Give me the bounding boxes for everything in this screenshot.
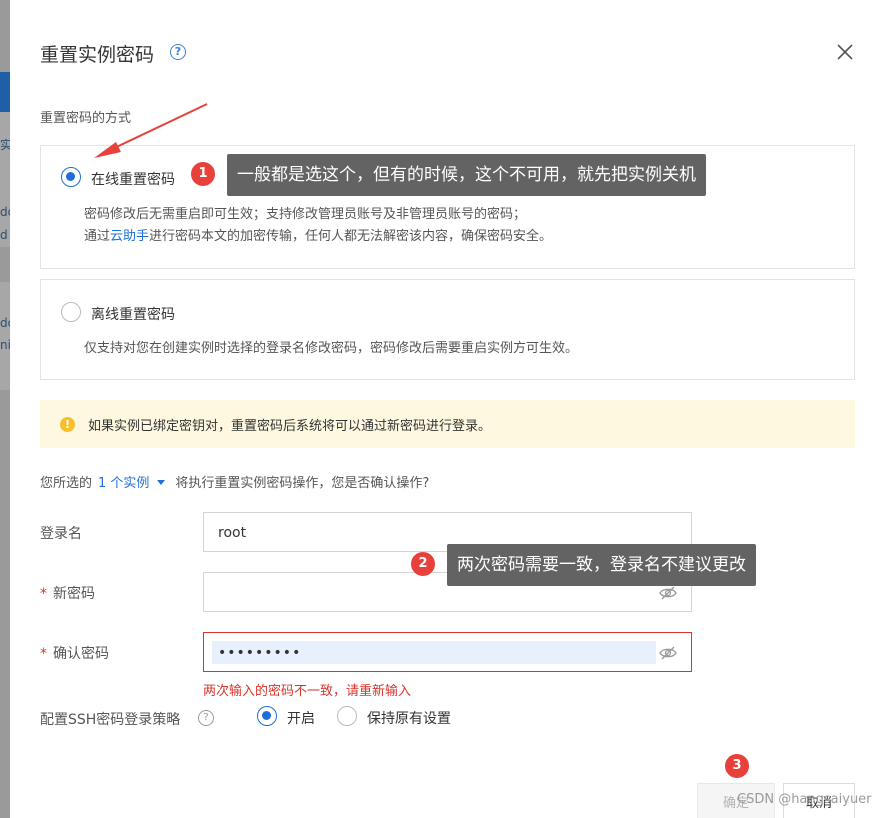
confirm-line: 您所选的 1 个实例 将执行重置实例密码操作，您是否确认操作?: [40, 476, 430, 491]
offline-reset-radio[interactable]: [61, 302, 81, 322]
dialog-title: 重置实例密码: [40, 44, 155, 66]
confirm-password-input[interactable]: [212, 641, 656, 664]
annotation-badge-3: 3: [725, 754, 749, 778]
new-password-label: * 新密码: [40, 586, 95, 602]
ssh-keep-radio[interactable]: [337, 706, 357, 726]
annotation-callout-2: 两次密码需要一致，登录名不建议更改: [447, 544, 756, 586]
ssh-enable-label: 开启: [287, 711, 315, 727]
annotation-callout-1: 一般都是选这个，但有的时候，这个不可用，就先把实例关机: [227, 154, 706, 196]
required-mark: *: [40, 646, 47, 662]
online-reset-desc-line2: 通过云助手进行密码本文的加密传输，任何人都无法解密该内容，确保密码安全。: [84, 229, 553, 244]
eye-off-icon[interactable]: [659, 585, 677, 601]
login-name-input[interactable]: [218, 521, 654, 544]
eye-off-icon[interactable]: [659, 645, 677, 661]
confirm-password-label: * 确认密码: [40, 646, 109, 662]
confirm-password-field[interactable]: [203, 632, 692, 672]
online-reset-radio[interactable]: [61, 167, 81, 187]
offline-reset-desc: 仅支持对您在创建实例时选择的登录名修改密码，密码修改后需要重启实例方可生效。: [84, 341, 579, 356]
ssh-enable-radio[interactable]: [257, 706, 277, 726]
ssh-keep-label: 保持原有设置: [367, 711, 451, 727]
warning-banner: ! 如果实例已绑定密钥对，重置密码后系统将可以通过新密码进行登录。: [40, 400, 855, 448]
annotation-badge-2: 2: [411, 552, 435, 576]
instance-selector[interactable]: 1 个实例: [98, 476, 149, 491]
annotation-badge-1: 1: [191, 162, 215, 186]
reset-password-dialog: 重置实例密码 ? 重置密码的方式 在线重置密码 密码修改后无需重启即可生效；支持…: [10, 0, 883, 818]
login-name-label: 登录名: [40, 526, 82, 542]
password-mismatch-error: 两次输入的密码不一致，请重新输入: [203, 684, 412, 699]
annotation-arrow: [94, 103, 208, 158]
chevron-down-icon[interactable]: [157, 480, 166, 485]
help-icon[interactable]: ?: [198, 710, 214, 726]
required-mark: *: [40, 586, 47, 602]
warning-icon: !: [60, 417, 75, 432]
warning-text: 如果实例已绑定密钥对，重置密码后系统将可以通过新密码进行登录。: [88, 419, 492, 434]
help-icon[interactable]: ?: [170, 44, 186, 60]
close-icon[interactable]: [835, 42, 855, 62]
option-offline-reset[interactable]: 离线重置密码 仅支持对您在创建实例时选择的登录名修改密码，密码修改后需要重启实例…: [40, 279, 855, 380]
offline-reset-title: 离线重置密码: [91, 307, 175, 323]
ssh-policy-label: 配置SSH密码登录策略: [40, 712, 181, 728]
online-reset-desc-line1: 密码修改后无需重启即可生效；支持修改管理员账号及非管理员账号的密码；: [84, 207, 527, 222]
online-reset-title: 在线重置密码: [91, 172, 175, 188]
cloud-assistant-link[interactable]: 云助手: [110, 229, 149, 244]
watermark: CSDN @hangsaiyuer: [737, 792, 872, 807]
